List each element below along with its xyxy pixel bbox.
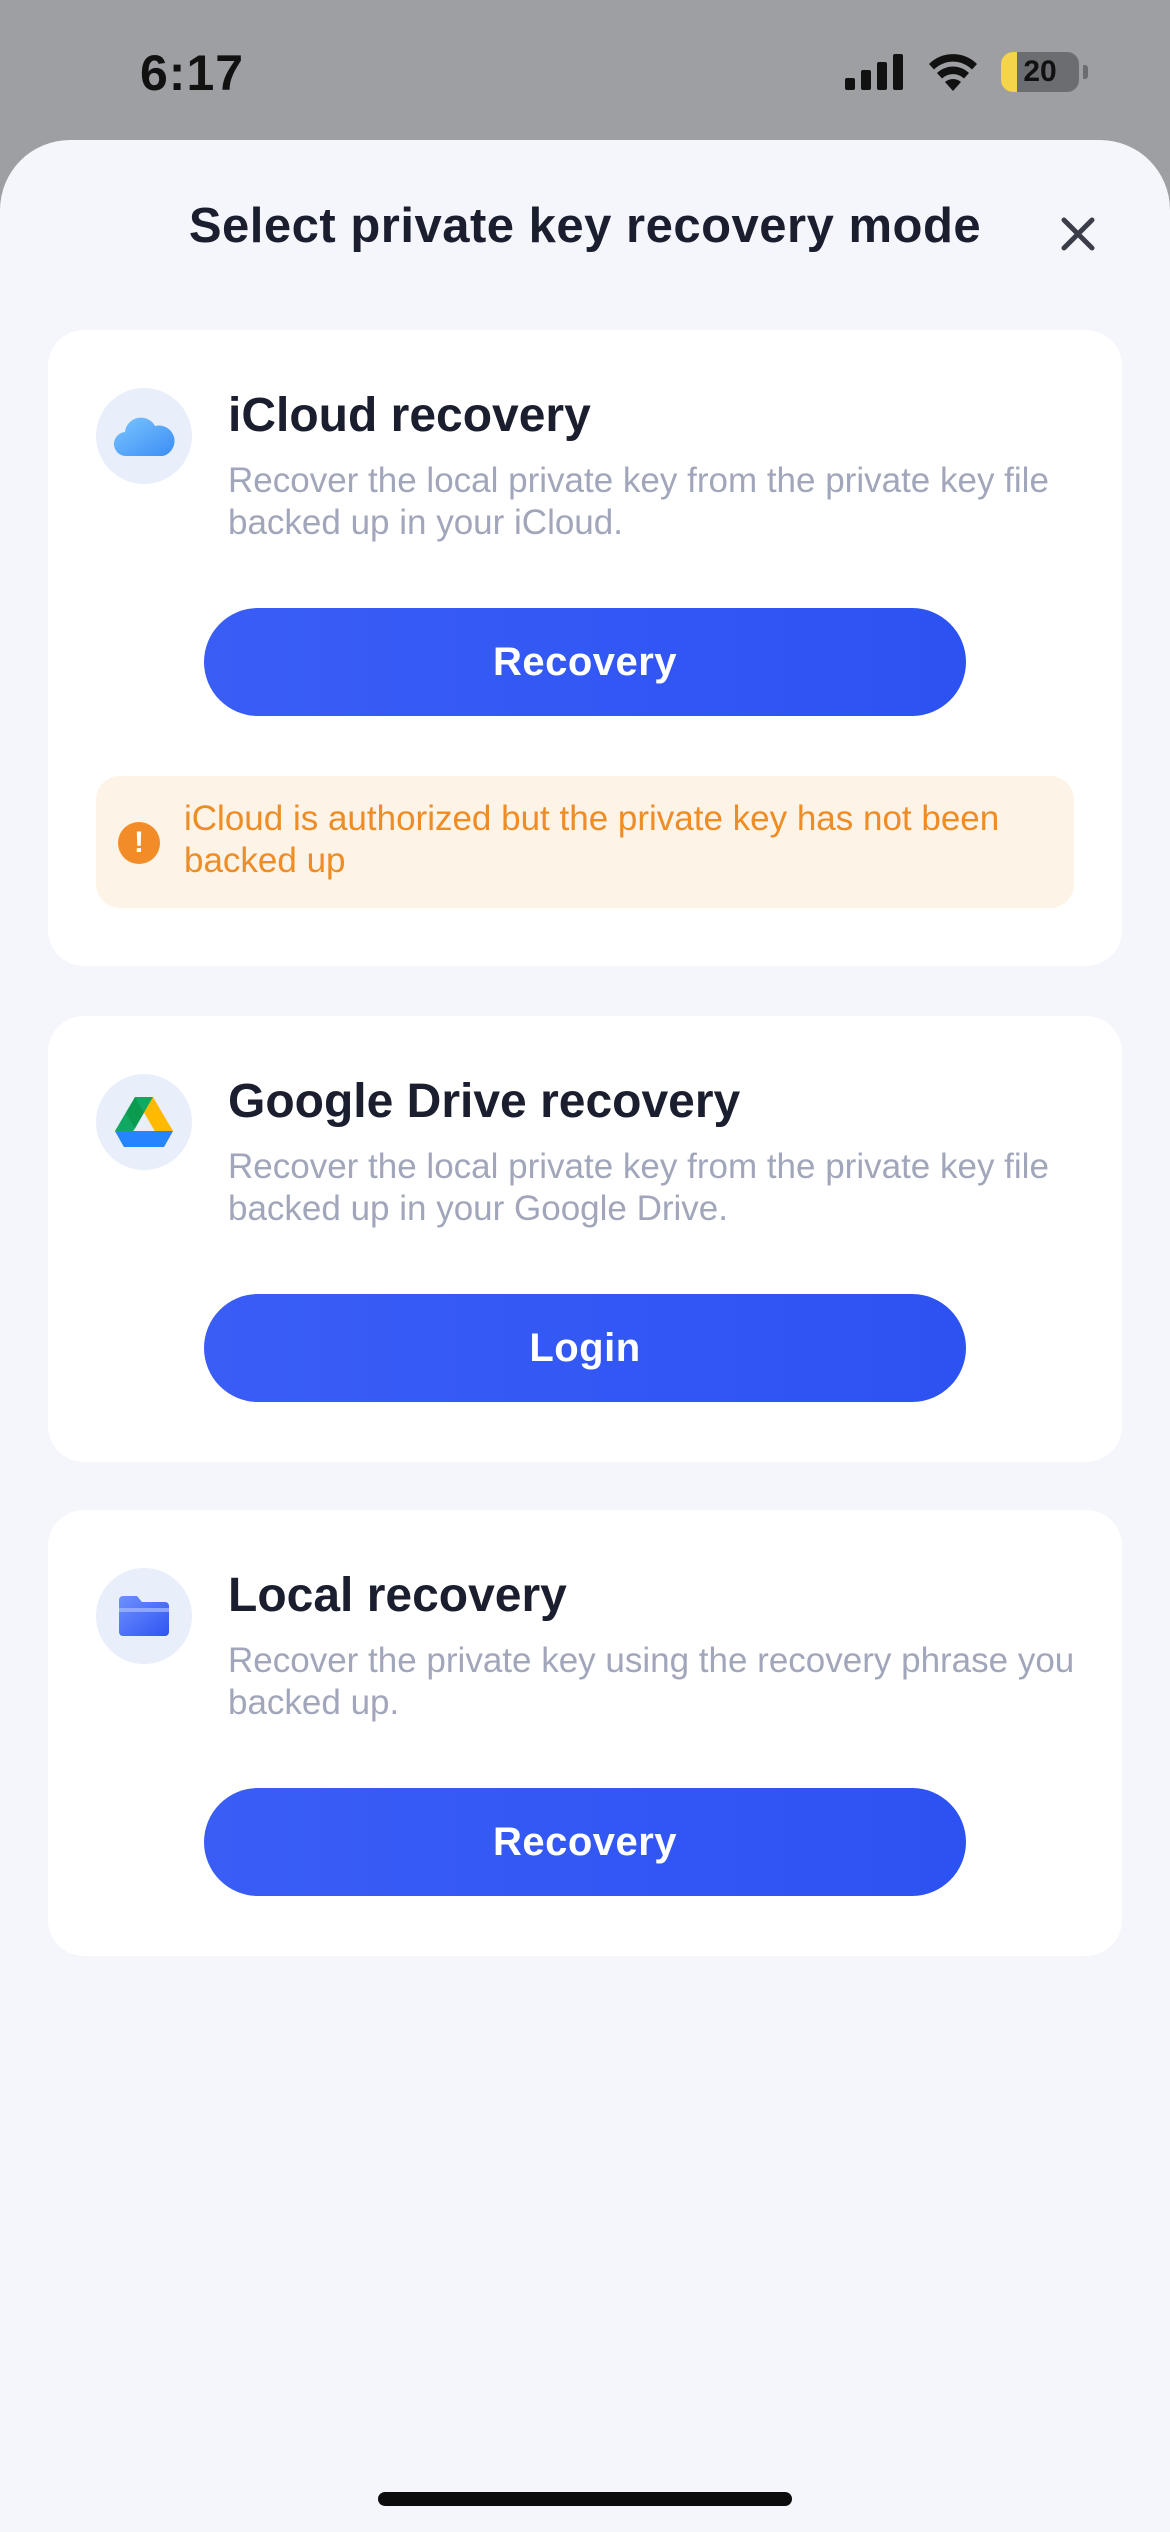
cellular-signal-icon	[845, 54, 903, 90]
warning-text: iCloud is authorized but the private key…	[184, 799, 1000, 880]
folder-icon	[119, 1596, 169, 1636]
google-drive-icon-badge	[96, 1074, 192, 1170]
recovery-mode-sheet: Select private key recovery mode iCloud …	[0, 140, 1170, 2532]
card-description: Recover the private key using the recove…	[228, 1641, 1075, 1722]
battery-icon: 20	[1001, 52, 1079, 92]
battery-fill	[1001, 52, 1017, 92]
google-drive-recovery-card: Google Drive recovery Recover the local …	[48, 1016, 1122, 1462]
close-button[interactable]	[1048, 204, 1108, 264]
card-title: iCloud recovery	[228, 389, 591, 442]
icloud-warning-box: ! iCloud is authorized but the private k…	[96, 776, 1074, 908]
exclamation-icon: !	[118, 822, 160, 864]
google-drive-icon	[115, 1097, 173, 1147]
status-bar: 6:17 20	[0, 0, 1170, 140]
card-title: Google Drive recovery	[228, 1075, 741, 1128]
status-time: 6:17	[140, 45, 245, 101]
card-description: Recover the local private key from the p…	[228, 461, 1049, 542]
card-title: Local recovery	[228, 1569, 567, 1622]
sheet-title: Select private key recovery mode	[188, 199, 982, 253]
icloud-recovery-button[interactable]: Recovery	[204, 608, 966, 716]
cloud-icon	[113, 417, 175, 457]
battery-tip	[1083, 65, 1088, 79]
icloud-recovery-card: iCloud recovery Recover the local privat…	[48, 330, 1122, 966]
local-recovery-card: Local recovery Recover the private key u…	[48, 1510, 1122, 1956]
card-description: Recover the local private key from the p…	[228, 1147, 1049, 1228]
local-icon-badge	[96, 1568, 192, 1664]
battery-level: 20	[1023, 55, 1057, 88]
home-indicator[interactable]	[378, 2492, 792, 2506]
wifi-icon	[929, 54, 977, 91]
close-icon	[1061, 217, 1095, 251]
google-drive-login-button[interactable]: Login	[204, 1294, 966, 1402]
status-icons: 20	[845, 52, 1088, 92]
icloud-icon-badge	[96, 388, 192, 484]
local-recovery-button[interactable]: Recovery	[204, 1788, 966, 1896]
